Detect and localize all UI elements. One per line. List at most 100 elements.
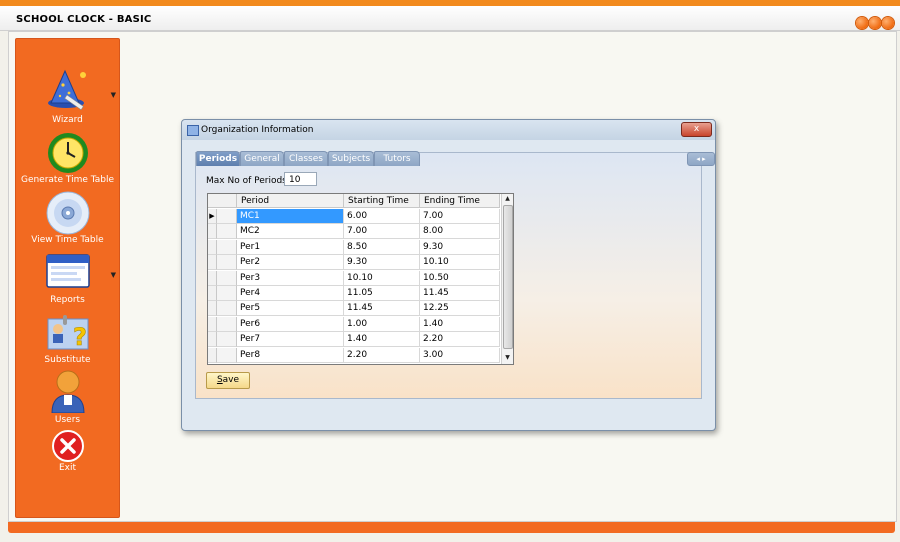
sidebar-item-reports[interactable]: Reports ▼ xyxy=(16,251,119,309)
table-cell-start[interactable]: 6.00 xyxy=(344,209,420,224)
table-cell-period[interactable]: MC2 xyxy=(237,224,344,240)
table-cell-period[interactable]: Per5 xyxy=(237,301,344,317)
table-cell-end[interactable]: 12.25 xyxy=(420,301,500,317)
table-cell-period[interactable]: Per1 xyxy=(237,239,344,255)
table-cell-start[interactable]: 1.00 xyxy=(344,316,420,332)
table-row[interactable]: Per8 2.20 3.00 xyxy=(208,347,500,363)
close-x-icon xyxy=(51,430,84,462)
table-cell-start[interactable]: 10.10 xyxy=(344,270,420,286)
table-row[interactable]: Per5 11.45 12.25 xyxy=(208,301,500,317)
row-selector[interactable]: ▶ xyxy=(208,209,217,224)
sidebar-item-users[interactable]: Users xyxy=(16,369,119,427)
table-cell-period[interactable]: Per6 xyxy=(237,316,344,332)
table-row[interactable]: MC2 7.00 8.00 xyxy=(208,224,500,240)
sidebar-item-view-time-table[interactable]: View Time Table xyxy=(16,191,119,249)
scrollbar-thumb[interactable] xyxy=(503,205,513,349)
row-header-cell xyxy=(217,301,237,317)
column-header-period[interactable]: Period xyxy=(237,194,344,208)
table-cell-end[interactable]: 10.50 xyxy=(420,270,500,286)
row-header-cell xyxy=(217,224,237,240)
table-cell-end[interactable]: 1.40 xyxy=(420,316,500,332)
row-selector[interactable] xyxy=(208,332,217,348)
substitute-question-icon: ? xyxy=(47,315,88,351)
dropdown-arrow-icon[interactable]: ▼ xyxy=(111,271,116,279)
row-header-cell xyxy=(217,286,237,301)
table-cell-end[interactable]: 7.00 xyxy=(420,209,500,224)
max-periods-input[interactable]: 10 xyxy=(284,172,317,186)
table-cell-start[interactable]: 7.00 xyxy=(344,224,420,240)
close-button[interactable] xyxy=(882,17,894,29)
table-cell-period[interactable]: Per2 xyxy=(237,255,344,271)
bottom-accent-bar xyxy=(8,522,895,533)
row-header-cell xyxy=(217,347,237,363)
sidebar-item-wizard[interactable]: Wizard ▼ xyxy=(16,67,119,125)
table-cell-period[interactable]: Per8 xyxy=(237,347,344,363)
tab-periods[interactable]: Periods xyxy=(196,151,240,166)
sidebar-item-label: Substitute xyxy=(44,355,91,365)
table-cell-start[interactable]: 9.30 xyxy=(344,255,420,271)
table-row[interactable]: ▶ MC1 6.00 7.00 xyxy=(208,209,500,224)
table-cell-start[interactable]: 11.05 xyxy=(344,286,420,301)
table-cell-period[interactable]: MC1 xyxy=(237,209,344,224)
table-cell-end[interactable]: 10.10 xyxy=(420,255,500,271)
sidebar-item-label: Users xyxy=(54,415,81,425)
row-selector[interactable] xyxy=(208,239,217,255)
sidebar-item-exit[interactable]: Exit xyxy=(16,429,119,477)
table-cell-end[interactable]: 9.30 xyxy=(420,239,500,255)
column-header-starting-time[interactable]: Starting Time xyxy=(344,194,420,208)
sidebar-item-label: Generate Time Table xyxy=(20,175,115,185)
wizard-hat-icon xyxy=(47,69,86,111)
row-selector[interactable] xyxy=(208,270,217,286)
table-row[interactable]: Per4 11.05 11.45 xyxy=(208,286,500,301)
table-cell-period[interactable]: Per4 xyxy=(237,286,344,301)
row-selector[interactable] xyxy=(208,224,217,240)
row-selector[interactable] xyxy=(208,347,217,363)
table-cell-start[interactable]: 2.20 xyxy=(344,347,420,363)
row-header-cell xyxy=(217,316,237,332)
table-row[interactable]: Per3 10.10 10.50 xyxy=(208,270,500,286)
periods-grid[interactable]: Period Starting Time Ending Time ▶ MC1 6.0… xyxy=(207,193,514,365)
row-header-cell xyxy=(217,270,237,286)
tab-tutors[interactable]: Tutors xyxy=(374,151,420,166)
table-cell-period[interactable]: Per7 xyxy=(237,332,344,348)
dialog-close-button[interactable]: x xyxy=(681,122,712,137)
sidebar-item-generate-time-table[interactable]: Generate Time Table xyxy=(16,129,119,187)
dialog-window-icon xyxy=(187,125,199,136)
sidebar-item-label: Exit xyxy=(58,463,77,473)
tab-scroll-arrows-icon[interactable]: ◂ ▸ xyxy=(687,152,715,166)
table-cell-start[interactable]: 1.40 xyxy=(344,332,420,348)
column-header-ending-time[interactable]: Ending Time xyxy=(420,194,500,208)
tab-classes[interactable]: Classes xyxy=(284,151,328,166)
save-button[interactable]: Save xyxy=(206,372,250,389)
row-selector[interactable] xyxy=(208,255,217,271)
table-row[interactable]: Per2 9.30 10.10 xyxy=(208,255,500,271)
row-selector[interactable] xyxy=(208,301,217,317)
table-row[interactable]: Per6 1.00 1.40 xyxy=(208,316,500,332)
vertical-scrollbar[interactable]: ▲ ▼ xyxy=(501,194,513,364)
app-title: SCHOOL CLOCK - BASIC xyxy=(16,14,152,25)
dialog-footer xyxy=(195,402,700,422)
sidebar-item-substitute[interactable]: ? Substitute xyxy=(16,311,119,369)
table-row[interactable]: Per1 8.50 9.30 xyxy=(208,239,500,255)
maximize-button[interactable] xyxy=(869,17,881,29)
title-bar: SCHOOL CLOCK - BASIC xyxy=(0,6,900,31)
dropdown-arrow-icon[interactable]: ▼ xyxy=(111,91,116,99)
row-selector[interactable] xyxy=(208,286,217,301)
minimize-button[interactable] xyxy=(856,17,868,29)
table-cell-start[interactable]: 8.50 xyxy=(344,239,420,255)
clock-icon xyxy=(47,133,88,173)
table-cell-end[interactable]: 2.20 xyxy=(420,332,500,348)
sidebar-item-label: View Time Table xyxy=(31,235,104,245)
table-cell-period[interactable]: Per3 xyxy=(237,270,344,286)
table-cell-end[interactable]: 11.45 xyxy=(420,286,500,301)
tab-general[interactable]: General xyxy=(240,151,284,166)
row-selector[interactable] xyxy=(208,316,217,332)
table-cell-end[interactable]: 8.00 xyxy=(420,224,500,240)
dialog-title-bar[interactable]: Organization Information x xyxy=(182,120,715,140)
table-cell-start[interactable]: 11.45 xyxy=(344,301,420,317)
table-row[interactable]: Per7 1.40 2.20 xyxy=(208,332,500,348)
tab-subjects[interactable]: Subjects xyxy=(328,151,374,166)
table-cell-end[interactable]: 3.00 xyxy=(420,347,500,363)
scroll-up-arrow-icon[interactable]: ▲ xyxy=(502,194,513,204)
scroll-down-arrow-icon[interactable]: ▼ xyxy=(502,353,513,363)
